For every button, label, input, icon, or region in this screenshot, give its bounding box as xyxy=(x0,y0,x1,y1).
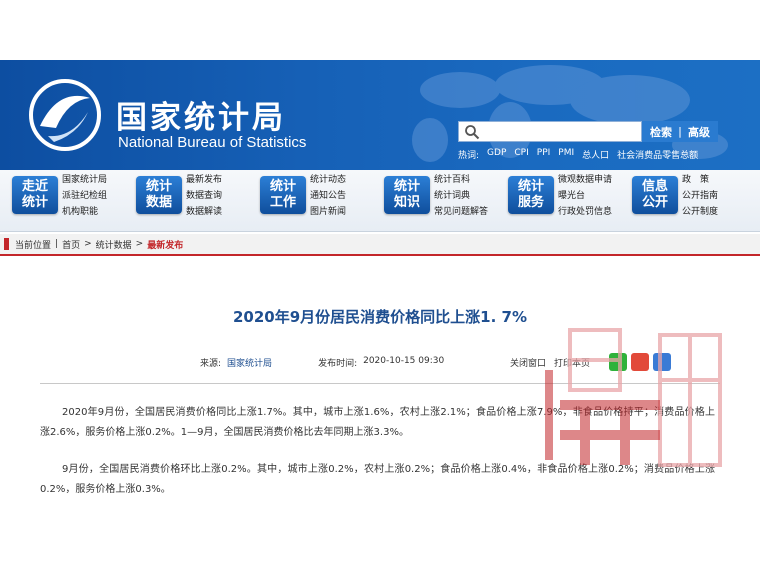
nav-badge-line: 数据 xyxy=(145,195,172,210)
meta-spacer xyxy=(278,356,312,369)
search-button-group: 检索 | 高级 xyxy=(642,121,718,142)
nav-badge-line: 工作 xyxy=(269,195,296,210)
nav-link[interactable]: 公开指南 xyxy=(682,190,718,203)
nav-badge-about[interactable]: 走近 统计 xyxy=(12,176,58,214)
breadcrumb-separator: | xyxy=(55,239,59,249)
nav-badge-line: 统计 xyxy=(517,179,544,194)
article-paragraph: 2020年9月份，全国居民消费价格同比上涨1.7%。其中，城市上涨1.6%，农村… xyxy=(40,407,715,438)
site-title-en: National Bureau of Statistics xyxy=(118,134,307,151)
nav-link[interactable]: 数据解读 xyxy=(186,206,222,219)
share-buttons xyxy=(609,353,671,371)
breadcrumb-separator: > xyxy=(135,239,144,249)
page: 国家统计局 National Bureau of Statistics 检索 |… xyxy=(0,0,760,565)
breadcrumb-separator: > xyxy=(84,239,92,249)
print-page-link[interactable]: 打印本页 xyxy=(554,356,590,369)
nav-link[interactable]: 统计词典 xyxy=(434,190,488,203)
qzone-share-icon[interactable] xyxy=(653,353,671,371)
nav-badge-line: 信息 xyxy=(641,179,668,194)
nav-link[interactable]: 派驻纪检组 xyxy=(62,190,107,203)
breadcrumb-home[interactable]: 首页 xyxy=(62,238,80,251)
source-link[interactable]: 国家统计局 xyxy=(227,356,272,369)
nav-link[interactable]: 机构职能 xyxy=(62,206,107,219)
nbs-logo-icon xyxy=(29,79,101,151)
nav-link[interactable]: 常见问题解答 xyxy=(434,206,488,219)
hotword-link[interactable]: CPI xyxy=(514,148,528,161)
close-window-link[interactable]: 关闭窗口 xyxy=(510,356,546,369)
hotword-link[interactable]: 总人口 xyxy=(582,148,609,161)
nav-badge-line: 走近 xyxy=(21,179,48,194)
nav-link[interactable]: 统计动态 xyxy=(310,174,346,187)
article-meta: 来源: 国家统计局 发布时间: 2020-10-15 09:30 xyxy=(200,356,444,369)
nav-link[interactable]: 最新发布 xyxy=(186,174,222,187)
search-input[interactable] xyxy=(458,121,642,142)
breadcrumb-current[interactable]: 最新发布 xyxy=(147,238,183,251)
nav-link[interactable]: 统计百科 xyxy=(434,174,488,187)
breadcrumb-marker-icon xyxy=(4,238,9,250)
search-button[interactable]: 检索 xyxy=(650,124,672,140)
main-nav: 走近 统计 国家统计局 派驻纪检组 机构职能 统计 数据 最新发布 数据查询 数… xyxy=(0,170,760,232)
nav-link[interactable]: 曝光台 xyxy=(558,190,612,203)
date-label: 发布时间: xyxy=(318,359,358,369)
nav-link[interactable]: 微观数据申请 xyxy=(558,174,612,187)
breadcrumb-stats-data[interactable]: 统计数据 xyxy=(96,238,132,251)
nav-link[interactable]: 图片新闻 xyxy=(310,206,346,219)
nav-link[interactable]: 政 策 xyxy=(682,174,718,187)
nav-link[interactable]: 公开制度 xyxy=(682,206,718,219)
nav-badge-line: 统计 xyxy=(269,179,296,194)
hotword-link[interactable]: 社会消费品零售总额 xyxy=(617,148,698,161)
weibo-share-icon[interactable] xyxy=(631,353,649,371)
publish-date: 2020-10-15 09:30 xyxy=(363,356,445,366)
nav-link[interactable]: 国家统计局 xyxy=(62,174,107,187)
nav-badge-line: 统计 xyxy=(21,195,48,210)
nav-badge-line: 知识 xyxy=(393,195,420,210)
search-icon xyxy=(465,125,480,140)
site-title-cn: 国家统计局 xyxy=(116,100,286,136)
hotword-link[interactable]: PPI xyxy=(537,148,551,161)
hotwords-label: 热词: xyxy=(458,151,480,161)
hotwords-bar: 热词: GDP CPI PPI PMI 总人口 社会消费品零售总额 xyxy=(458,148,698,161)
advanced-search-button[interactable]: 高级 xyxy=(688,124,710,140)
nav-badge-line: 统计 xyxy=(145,179,172,194)
divider xyxy=(40,383,720,384)
wechat-share-icon[interactable] xyxy=(609,353,627,371)
breadcrumb-label: 当前位置 xyxy=(15,240,52,251)
nav-badge-disclosure[interactable]: 信息 公开 xyxy=(632,176,678,214)
nav-badge-knowledge[interactable]: 统计 知识 xyxy=(384,176,430,214)
nav-link[interactable]: 通知公告 xyxy=(310,190,346,203)
nav-badge-line: 公开 xyxy=(641,195,668,210)
watermark-logo xyxy=(545,328,722,467)
nav-link[interactable]: 行政处罚信息 xyxy=(558,206,612,219)
nav-links: 政 策 公开指南 公开制度 xyxy=(682,174,718,219)
source-label: 来源: xyxy=(200,359,222,369)
hotword-link[interactable]: GDP xyxy=(487,148,506,161)
search-divider: | xyxy=(677,125,683,138)
breadcrumb: 当前位置 | 首页 > 统计数据 > 最新发布 xyxy=(0,234,760,256)
nav-links: 国家统计局 派驻纪检组 机构职能 xyxy=(62,174,107,219)
nav-links: 统计百科 统计词典 常见问题解答 xyxy=(434,174,488,219)
article-tools: 关闭窗口 打印本页 xyxy=(510,356,590,369)
article-paragraph: 9月份，全国居民消费价格环比上涨0.2%。其中，城市上涨0.2%，农村上涨0.2… xyxy=(40,464,715,495)
nav-links: 统计动态 通知公告 图片新闻 xyxy=(310,174,346,219)
nav-link[interactable]: 数据查询 xyxy=(186,190,222,203)
nav-badge-service[interactable]: 统计 服务 xyxy=(508,176,554,214)
nav-badge-line: 服务 xyxy=(517,195,544,210)
hotword-link[interactable]: PMI xyxy=(558,148,574,161)
nav-links: 最新发布 数据查询 数据解读 xyxy=(186,174,222,219)
nav-badge-line: 统计 xyxy=(393,179,420,194)
nav-links: 微观数据申请 曝光台 行政处罚信息 xyxy=(558,174,612,219)
nav-badge-work[interactable]: 统计 工作 xyxy=(260,176,306,214)
article-title: 2020年9月份居民消费价格同比上涨1. 7% xyxy=(232,308,527,326)
nav-badge-data[interactable]: 统计 数据 xyxy=(136,176,182,214)
